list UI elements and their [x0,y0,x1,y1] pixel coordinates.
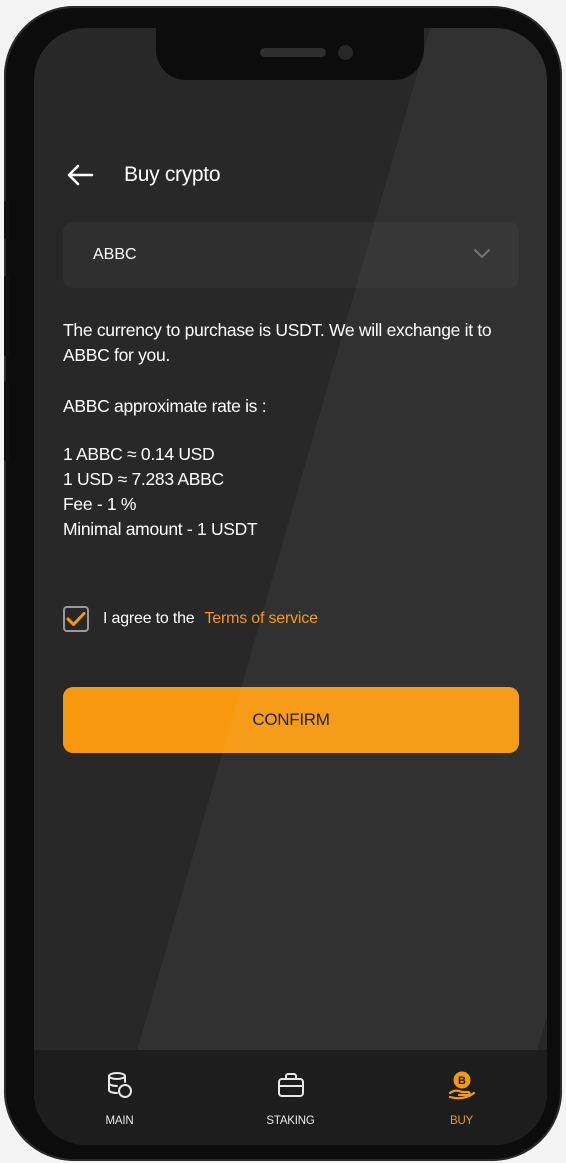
confirm-button[interactable]: CONFIRM [63,687,519,753]
app-screen: Buy crypto ABBC The currency to purchase… [34,28,547,1145]
nav-item-buy[interactable]: B BUY [376,1050,547,1145]
agree-label: I agree to the [103,610,195,627]
phone-frame: Buy crypto ABBC The currency to purchase… [4,6,562,1161]
terms-checkbox[interactable] [63,606,89,632]
database-coins-icon [105,1070,135,1105]
briefcase-icon [276,1070,306,1105]
minimal-amount-line: Minimal amount - 1 USDT [63,519,258,539]
side-button [4,201,9,239]
bitcoin-hand-icon: B [447,1070,477,1105]
nav-label-buy: BUY [449,1115,474,1127]
nav-label-staking: STAKING [266,1115,315,1127]
notch [156,28,424,80]
app-header: Buy crypto [66,158,221,192]
page-title: Buy crypto [124,163,221,186]
side-button [4,276,9,356]
terms-agreement: I agree to the Terms of service [63,606,318,632]
currency-select[interactable]: ABBC [63,222,519,288]
nav-item-staking[interactable]: STAKING [205,1050,376,1145]
rate-line: 1 ABBC ≈ 0.14 USD [63,444,215,464]
chevron-down-icon [473,246,491,264]
nav-label-main: MAIN [105,1115,134,1127]
speaker [260,48,326,57]
nav-item-main[interactable]: MAIN [34,1050,205,1145]
currency-select-value: ABBC [93,246,137,263]
screen-glare [91,28,547,1145]
svg-text:B: B [458,1075,466,1087]
rate-list: 1 ABBC ≈ 0.14 USD 1 USD ≈ 7.283 ABBC Fee… [63,442,258,542]
camera [338,45,353,60]
bottom-nav: MAIN STAKING B BUY [34,1050,547,1145]
purchase-description: The currency to purchase is USDT. We wil… [63,320,492,365]
rate-line: 1 USD ≈ 7.283 ABBC [63,469,224,489]
terms-of-service-link[interactable]: Terms of service [205,610,318,628]
fee-line: Fee - 1 % [63,494,137,514]
rate-title: ABBC approximate rate is : [63,396,267,416]
check-icon [66,612,86,626]
side-button [4,381,9,461]
arrow-left-icon[interactable] [66,160,96,190]
